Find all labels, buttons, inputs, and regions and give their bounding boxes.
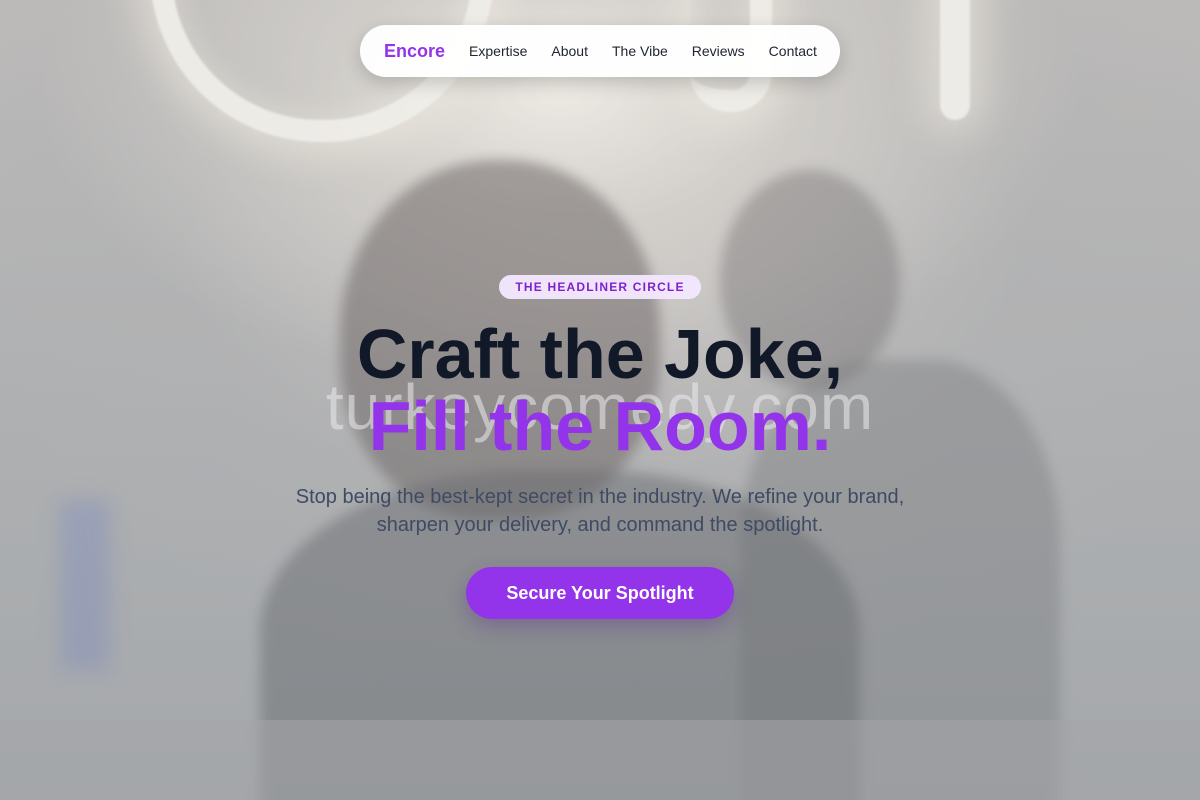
top-navigation: Encore Expertise About The Vibe Reviews … xyxy=(360,25,840,77)
brand-logo[interactable]: Encore xyxy=(384,41,445,62)
nav-link-the-vibe[interactable]: The Vibe xyxy=(612,43,668,59)
hero-badge: THE HEADLINER CIRCLE xyxy=(499,275,701,299)
hero-headline-line2: Fill the Room. xyxy=(368,387,832,465)
hero-section: Encore Expertise About The Vibe Reviews … xyxy=(0,0,1200,800)
hero-subtext: Stop being the best-kept secret in the i… xyxy=(295,486,905,536)
secure-spotlight-button[interactable]: Secure Your Spotlight xyxy=(466,567,734,619)
nav-link-expertise[interactable]: Expertise xyxy=(469,43,527,59)
nav-link-reviews[interactable]: Reviews xyxy=(692,43,745,59)
nav-link-contact[interactable]: Contact xyxy=(769,43,817,59)
nav-link-about[interactable]: About xyxy=(551,43,588,59)
